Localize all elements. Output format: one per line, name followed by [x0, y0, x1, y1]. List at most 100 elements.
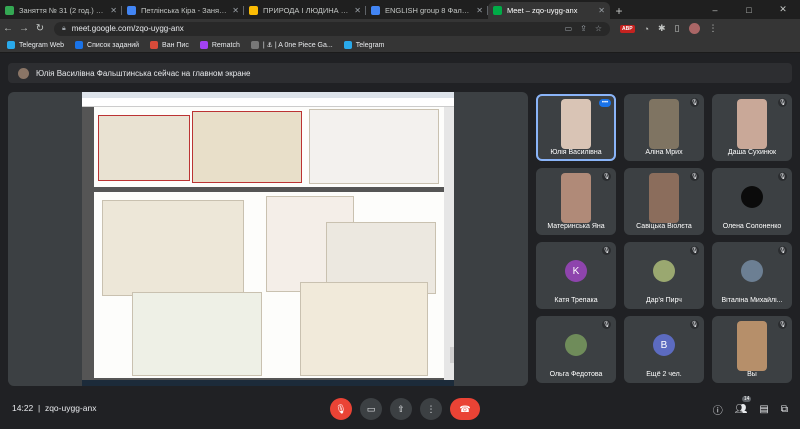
close-window-button[interactable]: ✕ — [766, 0, 800, 19]
sidebar-icon[interactable]: ▯ — [675, 23, 680, 34]
bookmark-favicon-icon — [7, 41, 15, 49]
bookmark-item[interactable]: Список заданий — [75, 41, 139, 49]
camera-icon[interactable]: ▭ — [360, 398, 382, 420]
bookmark-item[interactable]: Ван Пис — [150, 41, 189, 49]
participant-tile[interactable]: 🎙︎ Олена Солоненко — [712, 168, 792, 235]
adblock-icon[interactable]: ABP — [620, 24, 635, 33]
microphone-muted-icon: 🎙︎ — [778, 98, 787, 107]
tab-close-icon[interactable]: ✕ — [232, 6, 239, 15]
minimize-button[interactable]: – — [698, 0, 732, 19]
browser-tab[interactable]: ПРИРОДА І ЛЮДИНА У ТВОРЧ ✕ — [244, 2, 366, 19]
browser-tab[interactable]: ENGLISH group 8 Фальштинськ ✕ — [366, 2, 488, 19]
drawing — [98, 115, 190, 181]
tab-favicon-icon — [371, 6, 380, 15]
tab-close-icon[interactable]: ✕ — [110, 6, 117, 15]
camera-icon[interactable]: ▭ — [565, 24, 573, 33]
drawing — [300, 282, 428, 376]
microphone-muted-icon: 🎙︎ — [602, 246, 611, 255]
participant-tile[interactable]: K 🎙︎ Катя Трепака — [536, 242, 616, 309]
bookmark-favicon-icon — [199, 41, 208, 49]
participant-tile[interactable]: 🎙︎ Дар'я Пирч — [624, 242, 704, 309]
participant-avatar — [653, 260, 675, 282]
bookmark-item[interactable]: | ⚓ | A 0ne Piece Ga... — [250, 41, 333, 49]
chat-icon[interactable]: ▤ — [759, 404, 768, 415]
avatar-initial: K — [572, 265, 580, 277]
maximize-button[interactable]: □ — [732, 0, 766, 19]
browser-tab[interactable]: Заняття № 31 (2 год.) Семінарс ✕ — [0, 2, 122, 19]
participant-tile[interactable]: 🎙︎ Аліна Мрих — [624, 94, 704, 161]
forward-arrow-icon[interactable]: → — [16, 23, 32, 34]
participant-avatar: K — [565, 260, 587, 282]
participant-tile[interactable]: ••• Юлія Василівна — [536, 94, 616, 161]
tab-close-icon[interactable]: ✕ — [476, 6, 483, 15]
address-bar[interactable]: 🔒︎ meet.google.com/zqo-uygg-anx ▭ ⇪ ☆ — [54, 21, 610, 36]
end-call-icon[interactable]: ☎︎ — [450, 398, 480, 420]
participant-tile[interactable]: 🎙︎ Вы — [712, 316, 792, 383]
people-icon[interactable]: 👥︎ 14 — [735, 396, 752, 415]
activities-icon[interactable]: ⧉ — [781, 404, 788, 415]
bookmark-favicon-icon — [250, 41, 259, 49]
tab-title: Meet – zqo-uygg-anx — [507, 6, 578, 15]
tab-close-icon[interactable]: ✕ — [354, 6, 361, 15]
participant-name: Аліна Мрих — [645, 149, 683, 156]
shared-scrollbar — [444, 107, 454, 380]
more-options-icon[interactable]: ••• — [599, 99, 611, 107]
profile-avatar[interactable] — [688, 23, 700, 34]
tab-favicon-icon — [493, 6, 502, 15]
participant-tile[interactable]: В 🎙︎ Ещё 2 чел. — [624, 316, 704, 383]
participant-name: Материнська Яна — [547, 223, 605, 230]
participant-tile[interactable]: 🎙︎ Віталіна Михайлі... — [712, 242, 792, 309]
bookmark-label: Ван Пис — [162, 41, 189, 49]
present-screen-icon[interactable]: ⇧ — [390, 398, 412, 420]
participant-video — [561, 173, 591, 223]
menu-kebab-icon[interactable]: ⋮ — [709, 23, 718, 34]
url-text[interactable]: meet.google.com/zqo-uygg-anx — [72, 24, 565, 33]
participant-avatar: В — [653, 334, 675, 356]
microphone-muted-icon: 🎙︎ — [778, 320, 787, 329]
participant-video — [649, 173, 679, 223]
drawing — [102, 200, 244, 296]
stage-scroll-handle[interactable] — [450, 347, 454, 363]
participant-name: Даша Сухинюк — [727, 149, 777, 156]
participant-video — [737, 321, 767, 371]
main-stage[interactable] — [8, 92, 528, 386]
document-page — [94, 107, 444, 187]
microphone-muted-icon: 🎙︎ — [602, 172, 611, 181]
tab-favicon-icon — [249, 6, 258, 15]
participant-tile[interactable]: 🎙︎ Ольга Федотова — [536, 316, 616, 383]
participant-tile[interactable]: 🎙︎ Савіцька Віолєта — [624, 168, 704, 235]
participant-video — [737, 99, 767, 149]
puzzle-icon[interactable]: ✱ — [658, 23, 666, 34]
participant-avatar — [565, 334, 587, 356]
bookmark-item[interactable]: Rematch — [199, 41, 240, 49]
microphone-muted-icon: 🎙︎ — [690, 246, 699, 255]
tab-close-icon[interactable]: ✕ — [598, 6, 605, 15]
meeting-info: 14:22 | zqo-uygg-anx — [12, 403, 97, 413]
bookmark-label: | ⚓ | A 0ne Piece Ga... — [262, 42, 333, 49]
more-options-icon[interactable]: ⋮ — [420, 398, 442, 420]
browser-tab[interactable]: Meet – zqo-uygg-anx ✕ — [488, 2, 610, 19]
meeting-controls-bar: 14:22 | zqo-uygg-anx 🎙︎ ▭ ⇧ ⋮ ☎︎ ⓘ 👥︎ 14 … — [0, 390, 800, 429]
tab-strip: Заняття № 31 (2 год.) Семінарс✕Петлінськ… — [0, 0, 800, 19]
shared-document — [82, 107, 454, 380]
browser-tab[interactable]: Петлінська Кіра - Заняття № 31✕ — [122, 2, 244, 19]
share-icon[interactable]: ⇪ — [580, 24, 587, 33]
participant-tile[interactable]: 🎙︎ Даша Сухинюк — [712, 94, 792, 161]
info-icon[interactable]: ⓘ — [713, 402, 723, 417]
participant-tile[interactable]: 🎙︎ Материнська Яна — [536, 168, 616, 235]
back-arrow-icon[interactable]: ← — [0, 23, 16, 34]
document-page — [94, 192, 444, 378]
participant-avatar — [741, 186, 763, 208]
shared-screen — [82, 92, 454, 386]
microphone-muted-icon: 🎙︎ — [690, 320, 699, 329]
bookmark-item[interactable]: Telegram — [343, 41, 385, 49]
bookmark-favicon-icon — [343, 41, 352, 49]
presenter-avatar — [18, 67, 29, 79]
extension-icon[interactable]: ◔ — [644, 24, 649, 34]
microphone-off-icon[interactable]: 🎙︎ — [330, 398, 352, 420]
bookmark-star-icon[interactable]: ☆ — [595, 24, 602, 33]
reload-icon[interactable]: ↻ — [32, 23, 48, 34]
new-tab-button[interactable]: + — [610, 2, 628, 19]
bookmark-item[interactable]: Telegram Web — [7, 41, 64, 49]
bookmark-favicon-icon — [75, 41, 84, 49]
